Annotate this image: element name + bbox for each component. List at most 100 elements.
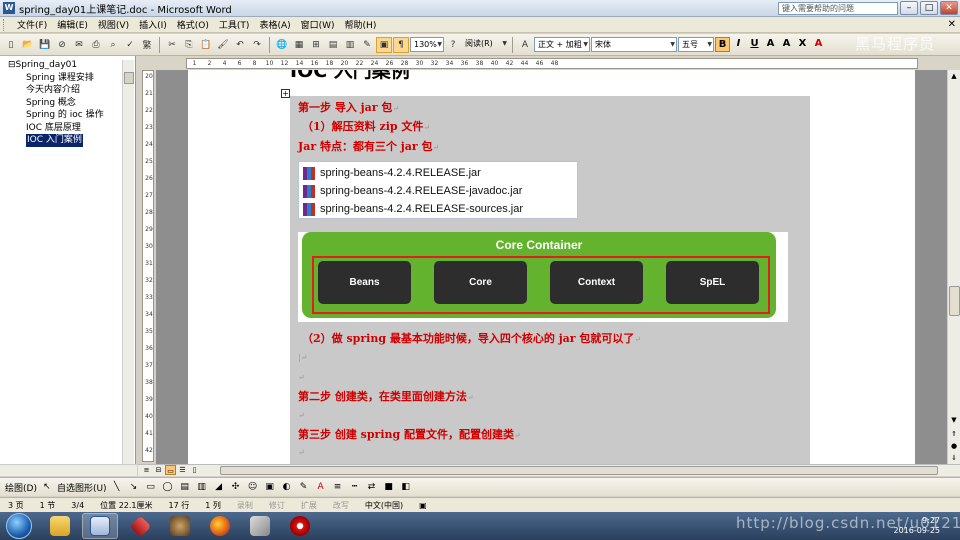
insert-excel-icon[interactable]: ▤: [325, 37, 341, 53]
recorder-task[interactable]: [282, 513, 318, 539]
menu-format[interactable]: 格式(O): [172, 18, 214, 31]
word-doc-icon[interactable]: W: [3, 2, 15, 14]
docmap-scrollbar[interactable]: [122, 60, 134, 464]
open-icon[interactable]: 📂: [20, 37, 36, 53]
print-icon[interactable]: ⎙: [88, 37, 104, 53]
word-task[interactable]: [82, 513, 118, 539]
docmap-item[interactable]: Spring 课程安排: [8, 72, 135, 85]
menu-tools[interactable]: 工具(T): [214, 18, 255, 31]
docmap-item[interactable]: IOC 底层原理: [8, 122, 135, 135]
paste-icon[interactable]: 📋: [198, 37, 214, 53]
document-page[interactable]: IOC 入门案例 + 第一步 导入 jar 包↵ （1）解压资料 zip 文件↵…: [188, 70, 915, 464]
format-painter-icon[interactable]: 🖌: [215, 37, 231, 53]
status-record[interactable]: 录制: [229, 500, 261, 511]
menu-file[interactable]: 文件(F): [12, 18, 52, 31]
font-select[interactable]: 宋体: [591, 37, 677, 52]
undo-icon[interactable]: ↶: [232, 37, 248, 53]
normal-view-icon[interactable]: ≡: [141, 465, 152, 475]
jar-file-item[interactable]: spring-beans-4.2.4.RELEASE.jar: [303, 164, 573, 182]
minimize-button[interactable]: –: [900, 1, 918, 15]
vertical-scrollbar[interactable]: ▲ ▼ ⇑ ● ⇓: [947, 70, 960, 464]
jar-file-item[interactable]: spring-beans-4.2.4.RELEASE-javadoc.jar: [303, 182, 573, 200]
shadow-icon[interactable]: ■: [382, 480, 396, 494]
char-border-icon[interactable]: A: [763, 37, 778, 52]
new-icon[interactable]: ▯: [3, 37, 19, 53]
docmap-item-selected[interactable]: IOC 入门案例: [8, 134, 135, 147]
start-button[interactable]: [6, 513, 32, 539]
arrow-style-icon[interactable]: ⇄: [365, 480, 379, 494]
scroll-down-icon[interactable]: ▼: [948, 414, 960, 426]
3d-icon[interactable]: ◧: [399, 480, 413, 494]
picture-icon[interactable]: ▣: [263, 480, 277, 494]
tool-task[interactable]: [162, 513, 198, 539]
menu-window[interactable]: 窗口(W): [296, 18, 340, 31]
columns-icon[interactable]: ▥: [342, 37, 358, 53]
horizontal-ruler[interactable]: 1 2 4 6 8 10 12 14 16 18 20 22 24 26 28 …: [186, 58, 918, 69]
spelling-icon[interactable]: ✓: [122, 37, 138, 53]
reading-view-icon[interactable]: ▯: [189, 465, 200, 475]
next-page-icon[interactable]: ⇓: [948, 452, 960, 464]
status-overtype[interactable]: 改写: [325, 500, 357, 511]
textbox-icon[interactable]: ▤: [178, 480, 192, 494]
document-map-icon[interactable]: ▣: [376, 36, 392, 53]
firefox-task[interactable]: [202, 513, 238, 539]
docmap-item[interactable]: Spring 概念: [8, 97, 135, 110]
permission-icon[interactable]: ⊘: [54, 37, 70, 53]
zoom-select[interactable]: 130%: [410, 37, 444, 52]
doc-close-icon[interactable]: ✕: [948, 19, 956, 30]
docmap-hscrollbar[interactable]: [0, 464, 137, 476]
oval-icon[interactable]: ◯: [161, 480, 175, 494]
browse-object-icon[interactable]: ●: [948, 440, 960, 452]
editor-task[interactable]: [242, 513, 278, 539]
show-hide-icon[interactable]: ¶: [393, 36, 409, 53]
status-extend[interactable]: 扩展: [293, 500, 325, 511]
menu-help[interactable]: 帮助(H): [340, 18, 382, 31]
email-icon[interactable]: ✉: [71, 37, 87, 53]
drawing-icon[interactable]: ✎: [359, 37, 375, 53]
help-search-input[interactable]: 键入需要帮助的问题: [778, 2, 898, 15]
draw-menu[interactable]: 绘图(D): [5, 481, 37, 494]
style-select[interactable]: 正文 + 加粗: [534, 37, 590, 52]
copy-icon[interactable]: ⎘: [181, 37, 197, 53]
help-icon[interactable]: ?: [445, 37, 461, 53]
char-shading-icon[interactable]: A: [779, 37, 794, 52]
rectangle-icon[interactable]: ▭: [144, 480, 158, 494]
menu-view[interactable]: 视图(V): [93, 18, 134, 31]
docmap-item[interactable]: Spring 的 ioc 操作: [8, 109, 135, 122]
insert-table-icon[interactable]: ⊞: [308, 37, 324, 53]
jar-file-item[interactable]: spring-beans-4.2.4.RELEASE-sources.jar: [303, 200, 573, 218]
line-color-icon[interactable]: ✎: [297, 480, 311, 494]
outline-view-icon[interactable]: ☰: [177, 465, 188, 475]
scroll-up-icon[interactable]: ▲: [948, 70, 960, 82]
hyperlink-icon[interactable]: 🌐: [274, 37, 290, 53]
line-icon[interactable]: ╲: [110, 480, 124, 494]
docmap-root[interactable]: ⊟Spring_day01: [8, 59, 135, 72]
horizontal-scrollbar[interactable]: [138, 464, 960, 476]
research-icon[interactable]: 繁: [139, 37, 155, 53]
wordart-icon[interactable]: ◢: [212, 480, 226, 494]
prev-page-icon[interactable]: ⇑: [948, 428, 960, 440]
print-preview-icon[interactable]: ⌕: [105, 37, 121, 53]
tables-borders-icon[interactable]: ▦: [291, 37, 307, 53]
dash-style-icon[interactable]: ┅: [348, 480, 362, 494]
web-view-icon[interactable]: ⊟: [153, 465, 164, 475]
document-area[interactable]: IOC 入门案例 + 第一步 导入 jar 包↵ （1）解压资料 zip 文件↵…: [156, 70, 947, 464]
horizontal-scroll-thumb[interactable]: [220, 466, 938, 475]
select-objects-icon[interactable]: ↖: [40, 480, 54, 494]
print-view-icon[interactable]: ▭: [165, 465, 176, 475]
cut-icon[interactable]: ✂: [164, 37, 180, 53]
char-scale-icon[interactable]: X: [795, 37, 810, 52]
vertical-ruler[interactable]: 20 21 22 23 24 25 26 27 28 29 30 31 32 3…: [142, 70, 154, 462]
draw-font-color-icon[interactable]: A: [314, 480, 328, 494]
menu-table[interactable]: 表格(A): [254, 18, 295, 31]
diagram-icon[interactable]: ✣: [229, 480, 243, 494]
docmap-scroll-thumb[interactable]: [124, 72, 134, 84]
save-icon[interactable]: 💾: [37, 37, 53, 53]
menu-edit[interactable]: 编辑(E): [52, 18, 93, 31]
table-move-handle[interactable]: +: [281, 89, 290, 98]
read-button[interactable]: 阅读(R): [462, 37, 508, 52]
vertical-scroll-thumb[interactable]: [949, 286, 960, 316]
clipart-icon[interactable]: ☺: [246, 480, 260, 494]
maximize-button[interactable]: □: [920, 1, 938, 15]
bold-button[interactable]: B: [715, 37, 730, 52]
